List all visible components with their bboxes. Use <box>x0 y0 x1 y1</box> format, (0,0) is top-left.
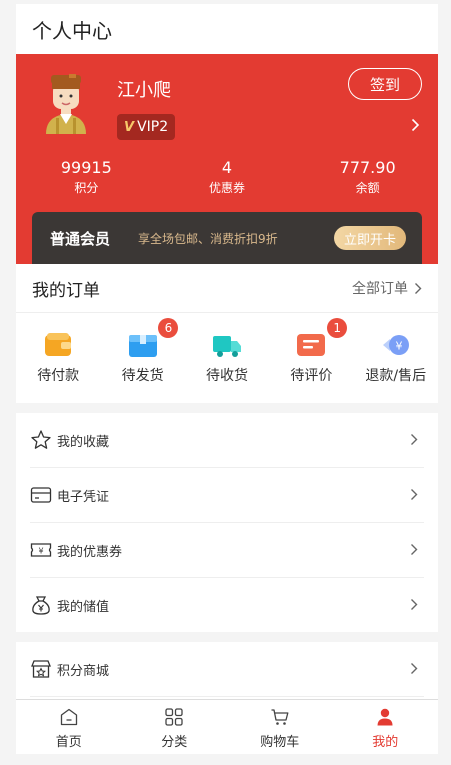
profile-header: 江小爬 V VIP2 签到 99915 积分 4 优惠券 777.90 余额 普… <box>16 54 438 264</box>
all-orders-link[interactable]: 全部订单 <box>352 278 422 298</box>
avatar[interactable] <box>42 74 90 136</box>
order-refund[interactable]: ¥ 退款/售后 <box>354 313 438 403</box>
box-icon <box>128 335 157 357</box>
chevron-right-icon <box>411 663 418 674</box>
menu-label: 我的收藏 <box>57 434 110 450</box>
order-label: 待付款 <box>37 368 80 384</box>
menu-item-stored-value[interactable]: 我的储值 <box>30 578 424 632</box>
tab-cart[interactable]: 购物车 <box>227 700 333 754</box>
menu-label: 积分商城 <box>57 663 110 679</box>
chevron-right-icon <box>411 599 418 610</box>
section-divider <box>16 403 438 413</box>
badge-count: 1 <box>327 318 348 338</box>
card-icon <box>30 487 52 503</box>
vip-icon: V <box>124 119 135 135</box>
chevron-right-icon <box>411 544 418 555</box>
profile-chevron-right-icon[interactable] <box>411 118 420 132</box>
open-card-button[interactable]: 立即开卡 <box>334 226 406 250</box>
phone-screen: 个人中心 江小爬 V VIP2 签到 99915 积分 4 优惠券 777.90… <box>16 4 438 754</box>
membership-title: 普通会员 <box>50 229 111 248</box>
order-label: 待评价 <box>290 368 333 384</box>
membership-bar: 普通会员 享全场包邮、消费折扣9折 立即开卡 <box>32 212 422 264</box>
wallet-icon <box>45 333 72 356</box>
menu-item-favorites[interactable]: 我的收藏 <box>30 413 424 468</box>
stat-balance[interactable]: 777.90 余额 <box>297 158 438 196</box>
moneybag-icon <box>32 596 50 615</box>
order-pending-review[interactable]: 1 待评价 <box>269 313 353 403</box>
orders-title: 我的订单 <box>32 280 100 301</box>
stat-value: 777.90 <box>339 158 396 177</box>
signin-button[interactable]: 签到 <box>348 68 422 100</box>
stat-label: 积分 <box>74 181 99 195</box>
truck-icon <box>212 336 241 357</box>
store-icon <box>31 660 51 678</box>
chevron-right-icon <box>411 489 418 500</box>
stat-points[interactable]: 99915 积分 <box>16 158 157 196</box>
coupon-icon: ¥ <box>30 543 52 557</box>
section-divider <box>16 632 438 642</box>
order-pending-shipment[interactable]: 6 待发货 <box>100 313 184 403</box>
menu-item-points-mall[interactable]: 积分商城 <box>30 642 424 697</box>
membership-desc: 享全场包邮、消费折扣9折 <box>138 231 278 246</box>
bottom-tab-bar: 首页 分类 购物车 我的 <box>16 699 438 754</box>
menu-label: 我的储值 <box>57 599 110 615</box>
cart-icon <box>271 709 289 725</box>
tab-label: 我的 <box>372 735 399 750</box>
refund-icon: ¥ <box>382 335 409 355</box>
user-icon <box>377 708 393 726</box>
order-label: 退款/售后 <box>365 368 427 384</box>
menu-list: 我的收藏 电子凭证 ¥ 我的优惠券 我的储值 <box>16 413 438 632</box>
chevron-right-icon <box>411 434 418 445</box>
stats-row: 99915 积分 4 优惠券 777.90 余额 <box>16 158 438 196</box>
stat-value: 4 <box>221 158 233 177</box>
order-pending-payment[interactable]: 待付款 <box>16 313 100 403</box>
svg-text:¥: ¥ <box>38 547 43 556</box>
tab-mine[interactable]: 我的 <box>333 700 439 754</box>
menu-label: 我的优惠券 <box>57 544 123 560</box>
stat-coupons[interactable]: 4 优惠券 <box>157 158 298 196</box>
user-name: 江小爬 <box>117 80 171 101</box>
chevron-right-icon <box>415 282 422 294</box>
order-status-row: 待付款 6 待发货 待收货 1 待评价 ¥ 退款/售后 <box>16 313 438 403</box>
menu-item-e-voucher[interactable]: 电子凭证 <box>30 468 424 523</box>
all-orders-label: 全部订单 <box>352 281 408 297</box>
stat-label: 余额 <box>355 181 380 195</box>
tab-category[interactable]: 分类 <box>122 700 228 754</box>
menu-item-my-coupons[interactable]: ¥ 我的优惠券 <box>30 523 424 578</box>
vip-label: VIP2 <box>137 119 169 135</box>
svg-text:¥: ¥ <box>395 340 402 353</box>
menu-label: 电子凭证 <box>57 489 110 505</box>
stat-label: 优惠券 <box>208 181 245 195</box>
tab-label: 首页 <box>55 735 82 750</box>
badge-count: 6 <box>158 318 179 338</box>
order-label: 待收货 <box>205 368 248 384</box>
order-label: 待发货 <box>121 368 164 384</box>
tab-label: 购物车 <box>260 735 300 750</box>
orders-header: 我的订单 全部订单 <box>16 264 438 313</box>
vip-badge: V VIP2 <box>117 114 176 140</box>
home-icon <box>60 708 77 726</box>
stat-value: 99915 <box>60 158 112 177</box>
grid-icon <box>165 708 183 726</box>
star-icon <box>31 430 51 449</box>
tab-label: 分类 <box>161 735 188 750</box>
page-title: 个人中心 <box>16 4 438 54</box>
order-pending-receipt[interactable]: 待收货 <box>185 313 269 403</box>
tab-home[interactable]: 首页 <box>16 700 122 754</box>
comment-icon <box>297 334 326 356</box>
menu-list-2: 积分商城 <box>16 642 438 697</box>
